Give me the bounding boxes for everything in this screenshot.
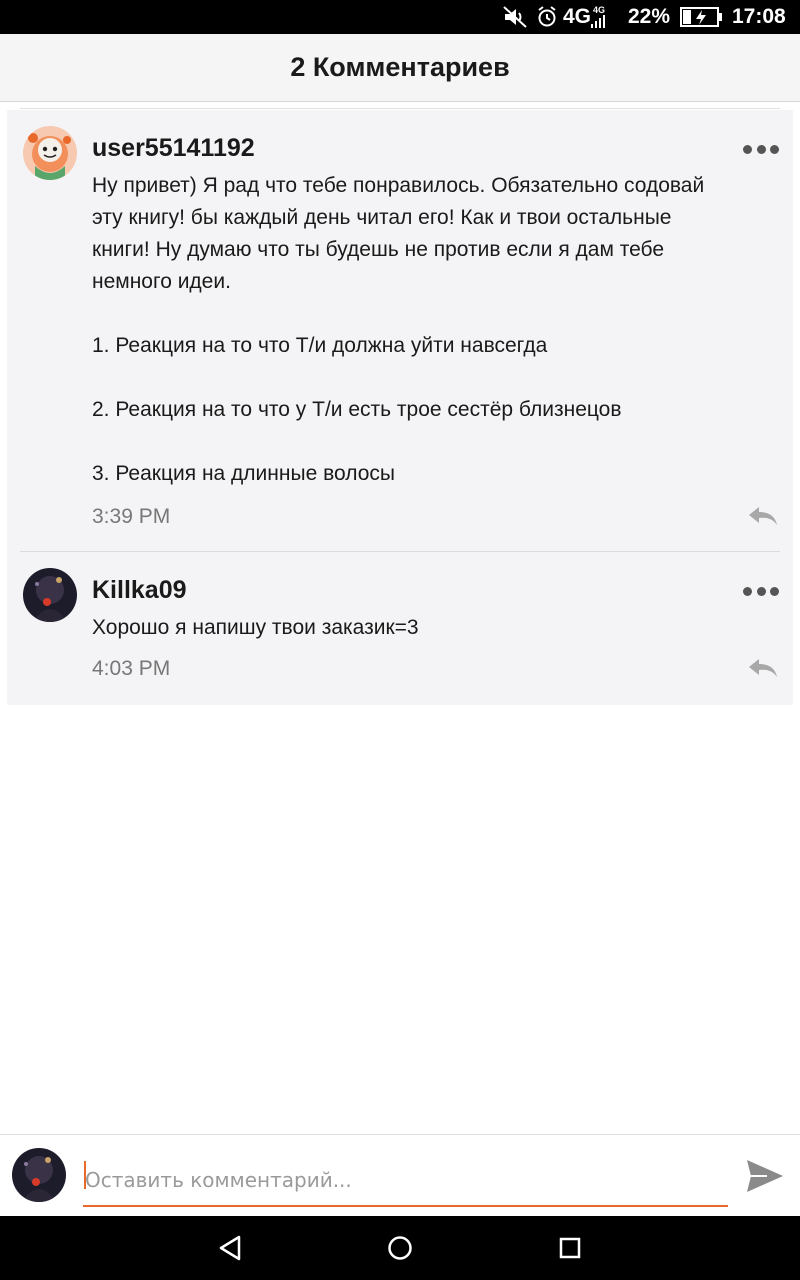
text-caret (84, 1161, 86, 1189)
avatar[interactable] (23, 126, 77, 180)
header-divider (20, 108, 780, 109)
comment-line: 2. Реакция на то что у Т/и есть трое сес… (92, 398, 622, 421)
comment-author[interactable]: user55141192 (92, 134, 255, 163)
comment-line: немного идеи. (92, 270, 231, 293)
send-button[interactable] (744, 1155, 786, 1197)
comment-compose-bar (0, 1134, 800, 1216)
comment-text: Хорошо я напишу твои заказик=3 (92, 612, 772, 644)
avatar[interactable] (23, 568, 77, 622)
system-nav-bar (0, 1216, 800, 1280)
battery-percent: 22% (628, 5, 671, 28)
comment-input[interactable] (83, 1155, 728, 1207)
comment-line: книги! Ну думаю что ты будешь не против … (92, 238, 665, 261)
network-small-label: 4G (593, 5, 606, 15)
reply-icon[interactable] (747, 657, 779, 679)
send-icon (747, 1160, 783, 1192)
comment-line (92, 298, 772, 330)
comment-line: Хорошо я напишу твои заказик=3 (92, 616, 419, 639)
home-icon[interactable] (384, 1232, 416, 1264)
comment-item: user55141192 Ну привет) Я рад что тебе п… (7, 110, 793, 551)
comment-line: эту книгу! бы каждый день читал его! Как… (92, 206, 672, 229)
more-options-icon[interactable] (743, 142, 779, 156)
comment-line: Ну привет) Я рад что тебе понравилось. О… (92, 174, 705, 197)
mute-icon (502, 0, 528, 34)
page-title: 2 Комментариев (290, 52, 510, 82)
signal-icon (591, 15, 606, 28)
more-options-icon[interactable] (743, 584, 779, 598)
comment-item: Killka09 Хорошо я напишу твои заказик=3 … (7, 552, 793, 705)
comment-line (92, 426, 772, 458)
signal-indicator: 4G 4G (563, 0, 606, 34)
comments-list: user55141192 Ну привет) Я рад что тебе п… (7, 110, 793, 705)
battery-charging-icon (680, 0, 724, 34)
comment-author[interactable]: Killka09 (92, 576, 187, 605)
comment-line: 3. Реакция на длинные волосы (92, 462, 395, 485)
app-header: 2 Комментариев (0, 34, 800, 102)
avatar (12, 1148, 66, 1202)
comment-time: 3:39 PM (92, 505, 171, 528)
status-bar: 4G 4G 22% 17:08 (0, 0, 800, 34)
back-icon[interactable] (215, 1232, 247, 1264)
reply-icon[interactable] (747, 505, 779, 527)
comment-line: 1. Реакция на то что Т/и должна уйти нав… (92, 334, 548, 357)
comment-text: Ну привет) Я рад что тебе понравилось. О… (92, 170, 772, 490)
network-type-label: 4G (563, 5, 592, 28)
recent-apps-icon[interactable] (554, 1232, 586, 1264)
comment-time: 4:03 PM (92, 657, 171, 680)
clock: 17:08 (732, 5, 786, 28)
comment-line (92, 362, 772, 394)
alarm-icon (536, 0, 558, 34)
